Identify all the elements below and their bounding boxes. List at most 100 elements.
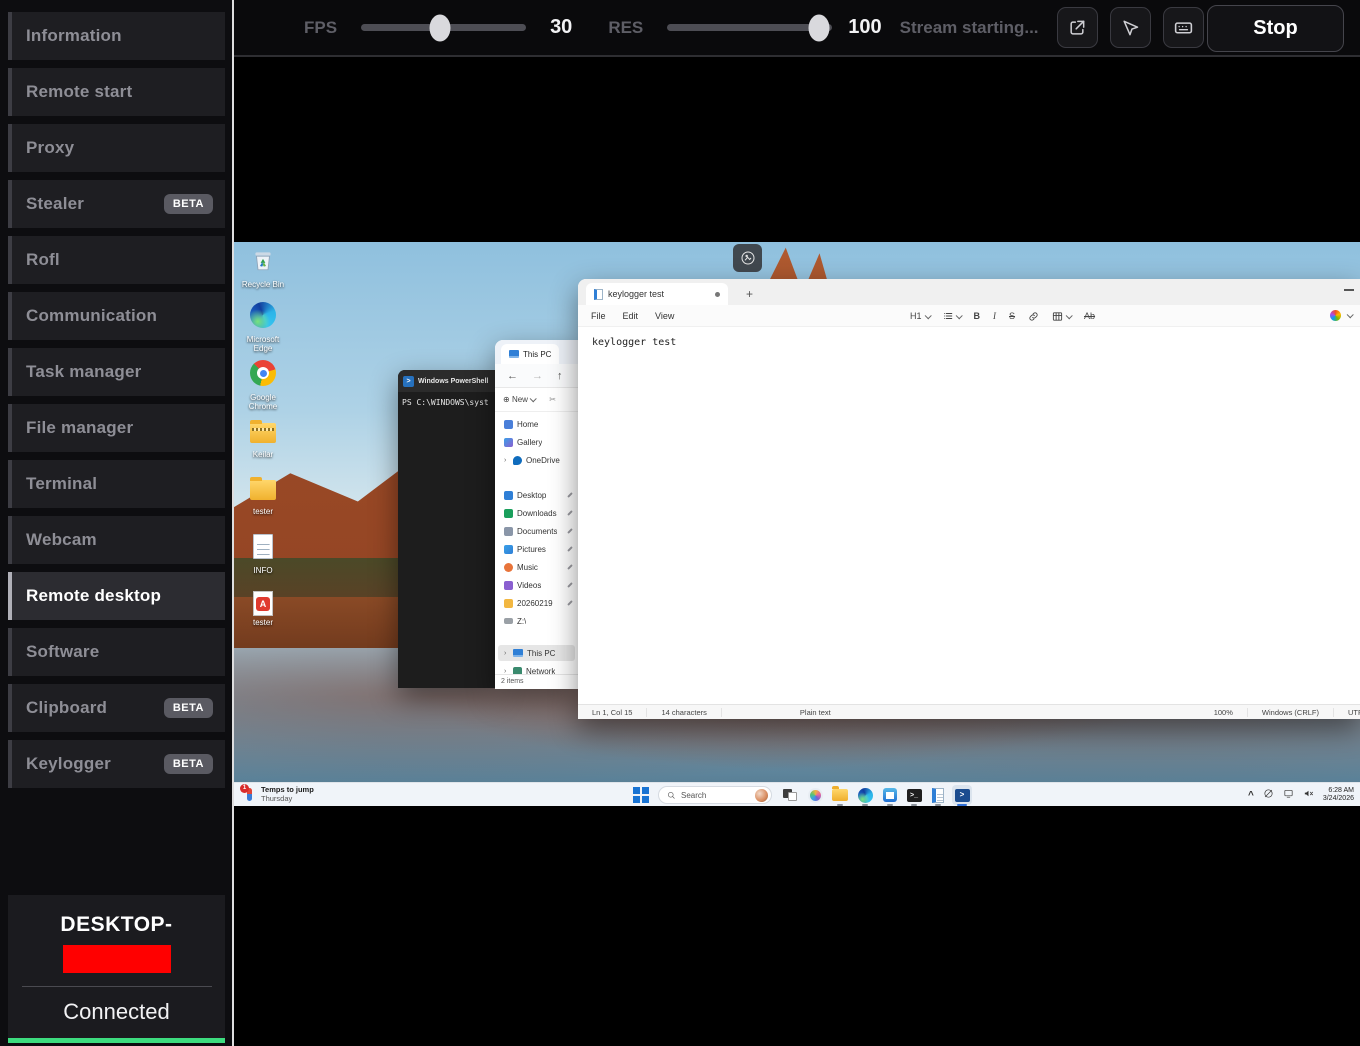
- sidebar-item-stealer[interactable]: StealerBETA: [8, 180, 225, 228]
- keyboard-input-button[interactable]: [1163, 7, 1204, 48]
- system-tray: ^ 6:28 AM 3/24/2026: [1248, 783, 1354, 806]
- sidebar-item-webcam[interactable]: Webcam: [8, 516, 225, 564]
- insert-table-dropdown[interactable]: [1052, 311, 1071, 322]
- copilot-dropdown[interactable]: [1330, 310, 1352, 321]
- powershell-terminal[interactable]: PS C:\WINDOWS\syst: [398, 392, 496, 413]
- image-placeholder-icon[interactable]: [733, 244, 762, 272]
- taskbar-app-edge[interactable]: [855, 785, 875, 805]
- display-cast-icon[interactable]: [1283, 786, 1294, 804]
- explorer-nav-desktop[interactable]: Desktop: [498, 487, 575, 503]
- zoom-level[interactable]: 100%: [1200, 708, 1248, 717]
- sidebar-item-software[interactable]: Software: [8, 628, 225, 676]
- taskbar-app-file-explorer[interactable]: [830, 785, 850, 805]
- italic-button[interactable]: I: [993, 311, 996, 321]
- powershell-title: Windows PowerShell: [418, 378, 488, 385]
- cut-button[interactable]: ✂: [549, 395, 556, 404]
- explorer-nav-videos[interactable]: Videos: [498, 577, 575, 593]
- minimize-button[interactable]: [1344, 289, 1354, 291]
- sidebar-item-task-manager[interactable]: Task manager: [8, 348, 225, 396]
- explorer-nav-documents[interactable]: Documents: [498, 523, 575, 539]
- menu-edit[interactable]: Edit: [623, 311, 639, 321]
- explorer-nav-this-pc[interactable]: ›This PC: [498, 645, 575, 661]
- notepad-titlebar[interactable]: keylogger test +: [578, 279, 1360, 305]
- taskbar-app-photos[interactable]: [805, 785, 825, 805]
- sidebar-item-label: Remote start: [26, 82, 132, 102]
- notepad-tab[interactable]: keylogger test: [586, 283, 728, 305]
- clear-formatting-button[interactable]: Ab: [1084, 311, 1095, 321]
- explorer-nav-pictures[interactable]: Pictures: [498, 541, 575, 557]
- desktop-icon-recycle-bin[interactable]: Recycle Bin: [240, 247, 286, 289]
- this-pc-icon: [509, 350, 519, 358]
- taskbar-search[interactable]: Search: [658, 786, 772, 804]
- explorer-nav-onedrive[interactable]: ›OneDrive: [498, 452, 575, 468]
- sidebar-item-clipboard[interactable]: ClipboardBETA: [8, 684, 225, 732]
- sidebar-item-rofl[interactable]: Rofl: [8, 236, 225, 284]
- notepad-window[interactable]: keylogger test + File Edit View H1 B I: [578, 279, 1360, 719]
- taskbar-clock[interactable]: 6:28 AM 3/24/2026: [1323, 787, 1354, 804]
- explorer-nav-dated-folder[interactable]: 20260219: [498, 595, 575, 611]
- sidebar-item-remote-start[interactable]: Remote start: [8, 68, 225, 116]
- back-button[interactable]: ←: [507, 370, 518, 382]
- fps-slider-thumb[interactable]: [430, 14, 451, 41]
- start-button[interactable]: [633, 787, 649, 803]
- stop-stream-button[interactable]: Stop: [1207, 5, 1344, 52]
- explorer-tab[interactable]: This PC: [501, 344, 559, 364]
- explorer-nav-downloads[interactable]: Downloads: [498, 505, 575, 521]
- windows-taskbar: 1 Temps to jumpThursday Search >_ >: [234, 782, 1360, 806]
- desktop-icon-google-chrome[interactable]: Google Chrome: [240, 360, 286, 411]
- sidebar-item-terminal[interactable]: Terminal: [8, 460, 225, 508]
- expand-chevron-icon[interactable]: ›: [504, 650, 509, 657]
- heading-dropdown[interactable]: H1: [910, 311, 930, 321]
- taskbar-app-notepad[interactable]: [928, 785, 948, 805]
- explorer-status-bar: 2 items: [495, 674, 579, 689]
- desktop-icon-label: INFO: [240, 566, 286, 575]
- expand-chevron-icon[interactable]: ›: [504, 457, 509, 464]
- sidebar-item-information[interactable]: Information: [8, 12, 225, 60]
- up-button[interactable]: ↑: [557, 370, 563, 382]
- keyboard-input-icon: [1173, 17, 1194, 38]
- taskbar-app-microsoft-store[interactable]: [880, 785, 900, 805]
- menu-file[interactable]: File: [591, 311, 606, 321]
- network-status-icon[interactable]: [1263, 786, 1274, 804]
- new-button[interactable]: ⊕ New: [503, 395, 535, 404]
- sidebar-item-proxy[interactable]: Proxy: [8, 124, 225, 172]
- explorer-nav-music[interactable]: Music: [498, 559, 575, 575]
- sidebar-item-keylogger[interactable]: KeyloggerBETA: [8, 740, 225, 788]
- strikethrough-button[interactable]: S: [1009, 311, 1015, 321]
- remote-desktop-viewport[interactable]: Recycle Bin Microsoft Edge Google Chrome…: [234, 242, 1360, 806]
- desktop-icon-microsoft-edge[interactable]: Microsoft Edge: [240, 302, 286, 353]
- file-explorer-window[interactable]: This PC ← → ↑ ⊕ New ✂ Home Gallery ›OneD…: [495, 340, 579, 689]
- sidebar-item-communication[interactable]: Communication: [8, 292, 225, 340]
- desktop-icon-zip-folder[interactable]: Keilar: [240, 423, 286, 459]
- desktop-icon-info-document[interactable]: INFO: [240, 534, 286, 575]
- weather-widget[interactable]: 1 Temps to jumpThursday: [242, 785, 314, 803]
- fps-slider[interactable]: [361, 24, 526, 31]
- cursor-control-button[interactable]: [1110, 7, 1151, 48]
- open-in-new-window-button[interactable]: [1057, 7, 1098, 48]
- explorer-nav-gallery[interactable]: Gallery: [498, 434, 575, 450]
- explorer-nav-home[interactable]: Home: [498, 416, 575, 432]
- volume-muted-icon[interactable]: [1303, 786, 1314, 804]
- sidebar: Information Remote start Proxy StealerBE…: [0, 0, 232, 1046]
- desktop-icon-pdf-tester[interactable]: A tester: [240, 591, 286, 627]
- powershell-window[interactable]: > Windows PowerShell PS C:\WINDOWS\syst: [398, 370, 496, 688]
- stream-area: FPS 30 RES 100 Stream starting...: [234, 0, 1360, 1046]
- hidden-icons-button[interactable]: ^: [1248, 790, 1254, 801]
- notepad-text-area[interactable]: keylogger test: [578, 327, 1360, 704]
- powershell-titlebar[interactable]: > Windows PowerShell: [398, 370, 496, 392]
- explorer-nav-z-drive[interactable]: Z:\: [498, 613, 575, 629]
- bold-button[interactable]: B: [974, 311, 981, 321]
- desktop-icon-folder-tester[interactable]: tester: [240, 480, 286, 516]
- res-slider[interactable]: [667, 24, 832, 31]
- taskbar-app-terminal[interactable]: >_: [904, 785, 924, 805]
- sidebar-item-remote-desktop[interactable]: Remote desktop: [8, 572, 225, 620]
- res-slider-thumb[interactable]: [809, 14, 830, 41]
- insert-link-button[interactable]: [1028, 311, 1039, 322]
- forward-button[interactable]: →: [532, 370, 543, 382]
- new-tab-button[interactable]: +: [746, 287, 753, 301]
- taskbar-app-powershell[interactable]: >: [952, 785, 972, 805]
- menu-view[interactable]: View: [655, 311, 674, 321]
- sidebar-item-file-manager[interactable]: File manager: [8, 404, 225, 452]
- taskbar-app-task-view[interactable]: [780, 785, 800, 805]
- list-dropdown[interactable]: [943, 311, 961, 321]
